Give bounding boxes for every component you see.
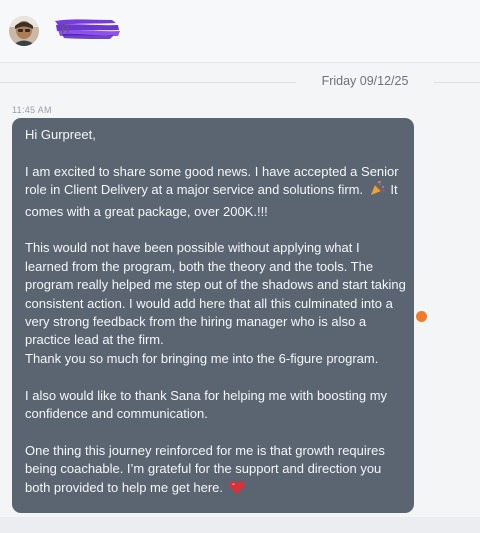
chat-header: n — [0, 0, 480, 63]
party-popper-icon — [369, 181, 385, 202]
message-greeting: Hi Gurpreet, — [25, 127, 96, 142]
message-timestamp: 11:45 AM — [12, 105, 52, 115]
message-paragraph: I am excited to share some good news. I … — [25, 163, 406, 221]
message-bubble[interactable]: Hi Gurpreet, I am excited to share some … — [12, 118, 414, 513]
message-paragraph: I also would like to thank Sana for help… — [25, 387, 388, 422]
date-label: Friday 09/12/25 — [321, 74, 409, 88]
avatar-photo — [9, 16, 39, 46]
message-paragraph: One thing this journey reinforced for me… — [25, 442, 406, 500]
message-text: One thing this journey reinforced for me… — [25, 442, 385, 495]
unread-status-dot — [416, 311, 427, 322]
avatar[interactable] — [9, 16, 39, 46]
message-text: I am excited to share some good news. I … — [25, 163, 399, 198]
divider-line — [0, 82, 296, 83]
red-heart-icon — [229, 480, 245, 500]
message-text: Thank you so much for bringing me into t… — [25, 350, 379, 366]
message-paragraph: This would not have been possible withou… — [25, 239, 406, 368]
message-text: This would not have been possible withou… — [25, 240, 406, 348]
contact-name: n — [61, 20, 70, 37]
divider-line — [434, 82, 480, 83]
date-divider: Friday 09/12/25 — [0, 72, 480, 94]
bottom-edge — [0, 517, 480, 533]
